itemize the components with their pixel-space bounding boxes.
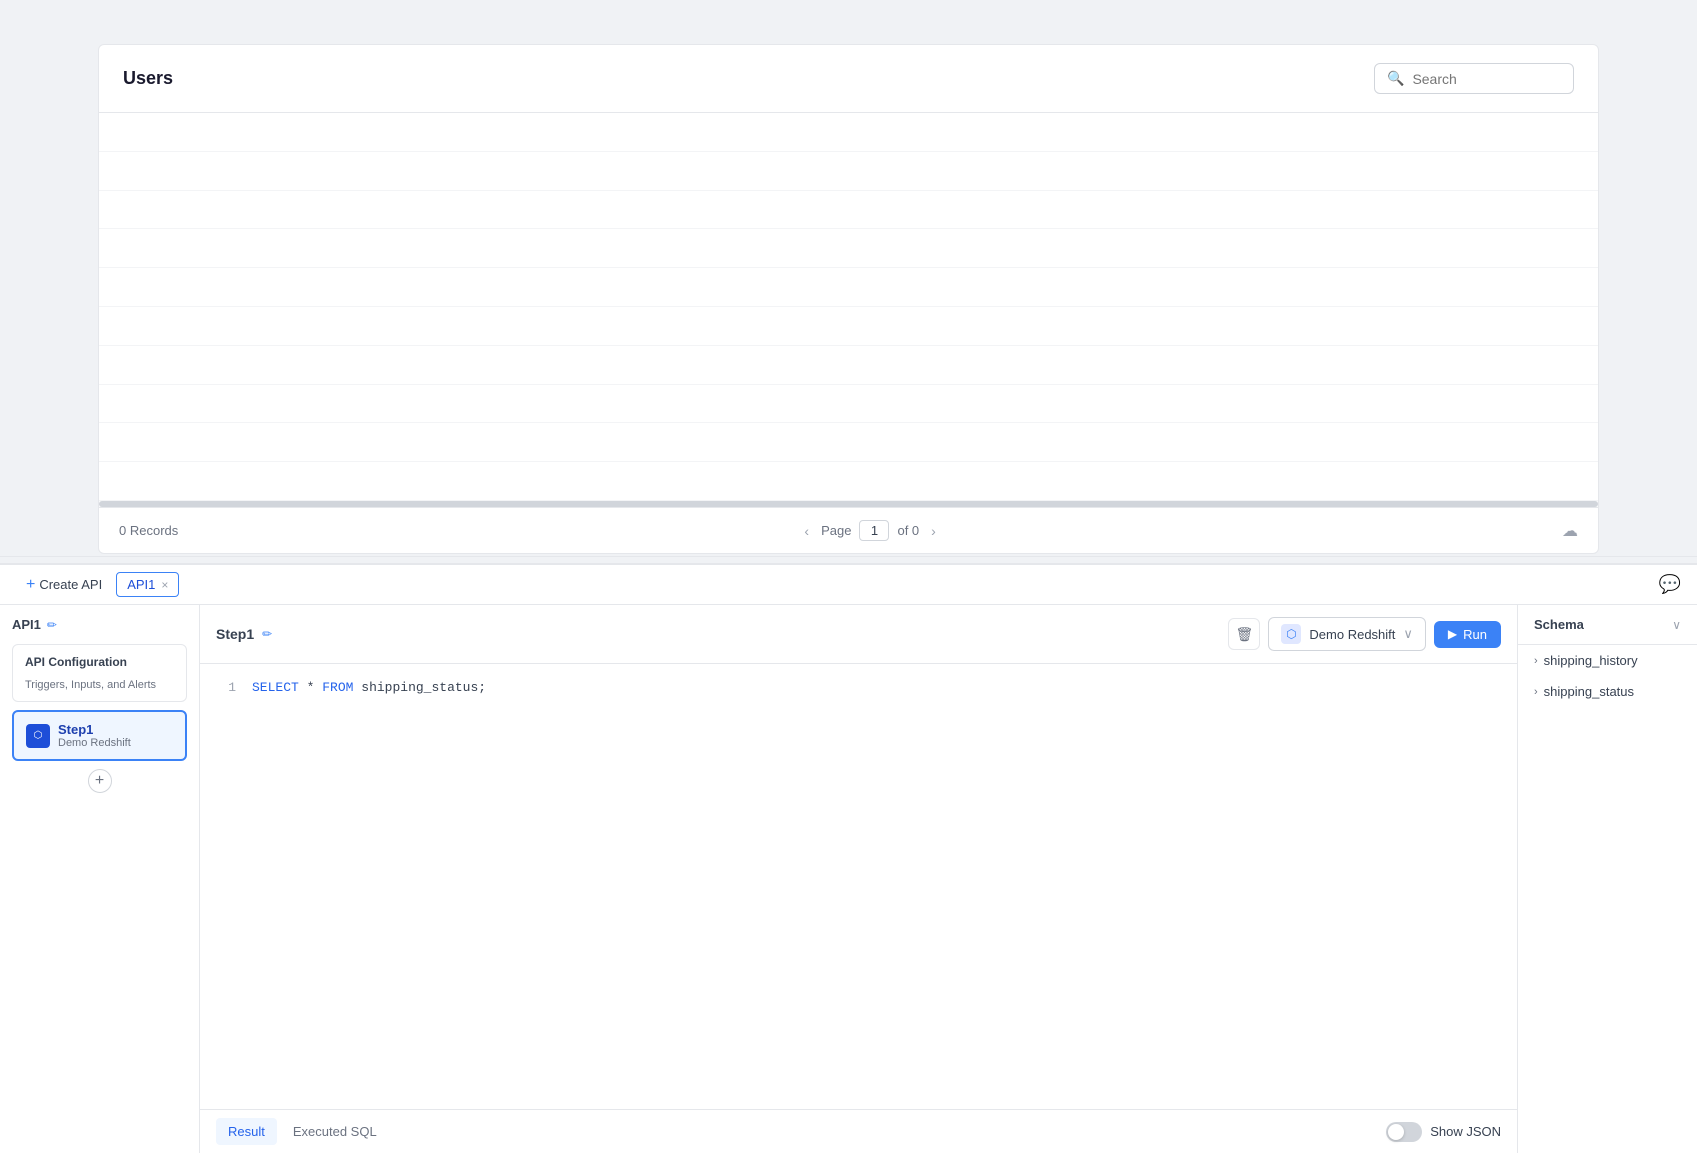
api-name-label: API1 xyxy=(12,617,41,632)
step-db: Demo Redshift xyxy=(58,737,131,749)
step-title: Step1 xyxy=(216,626,254,642)
chevron-down-icon: ∨ xyxy=(1403,626,1413,642)
search-icon: 🔍 xyxy=(1387,70,1404,87)
api-config-section: API Configuration Triggers, Inputs, and … xyxy=(12,644,187,702)
table-row xyxy=(99,307,1598,346)
page-label: Page xyxy=(821,523,851,538)
add-step-icon: + xyxy=(95,772,104,790)
step-name: Step1 xyxy=(58,722,131,737)
show-json-area: Show JSON xyxy=(1386,1122,1501,1142)
chat-icon[interactable]: 💬 xyxy=(1659,574,1681,595)
next-page-button[interactable]: › xyxy=(927,521,940,541)
code-content-1: SELECT * FROM shipping_status; xyxy=(252,680,486,695)
toggle-knob xyxy=(1388,1124,1404,1140)
schema-header: Schema ∨ xyxy=(1518,605,1697,645)
keyword-from: FROM xyxy=(322,680,353,695)
step1-item[interactable]: ⬡ Step1 Demo Redshift xyxy=(12,710,187,761)
step-icon-inner: ⬡ xyxy=(34,730,43,741)
table-row xyxy=(99,229,1598,268)
table-rows xyxy=(99,113,1598,501)
builder-body: API1 ✏ API Configuration Triggers, Input… xyxy=(0,605,1697,1153)
table-footer: 0 Records ‹ Page 1 of 0 › ☁ xyxy=(99,507,1598,553)
api-name-row: API1 ✏ xyxy=(12,617,187,632)
create-api-button[interactable]: + Create API xyxy=(16,572,112,598)
result-tabs: Result Executed SQL Show JSON xyxy=(200,1109,1517,1153)
step-header: Step1 ✏ 🗑 ⬡ Demo Redshift ∨ xyxy=(200,605,1517,664)
download-icon[interactable]: ☁ xyxy=(1562,521,1578,541)
line-number-1: 1 xyxy=(216,680,236,695)
schema-arrow-icon: › xyxy=(1534,655,1538,667)
schema-title: Schema xyxy=(1534,617,1584,632)
run-label: Run xyxy=(1463,627,1487,642)
db-selector[interactable]: ⬡ Demo Redshift ∨ xyxy=(1268,617,1426,651)
page-number: 1 xyxy=(859,520,889,541)
step-actions: 🗑 ⬡ Demo Redshift ∨ ▶ Run xyxy=(1228,617,1501,651)
keyword-select: SELECT xyxy=(252,680,299,695)
code-line-1: 1 SELECT * FROM shipping_status; xyxy=(216,680,1501,695)
run-button[interactable]: ▶ Run xyxy=(1434,621,1501,648)
step-edit-icon[interactable]: ✏ xyxy=(262,627,272,641)
table-row xyxy=(99,462,1598,501)
add-step-button[interactable]: + xyxy=(88,769,112,793)
prev-page-button[interactable]: ‹ xyxy=(800,521,813,541)
db-icon: ⬡ xyxy=(1281,624,1301,644)
show-json-label: Show JSON xyxy=(1430,1124,1501,1139)
table-row xyxy=(99,113,1598,152)
right-sidebar: Schema ∨ › shipping_history › shipping_s… xyxy=(1517,605,1697,1153)
step-info: Step1 Demo Redshift xyxy=(58,722,131,749)
show-json-toggle[interactable] xyxy=(1386,1122,1422,1142)
schema-item-label: shipping_status xyxy=(1544,684,1634,699)
db-selector-label: Demo Redshift xyxy=(1309,627,1395,642)
db-icon-inner: ⬡ xyxy=(1286,627,1296,641)
delete-step-button[interactable]: 🗑 xyxy=(1228,618,1260,650)
table-row xyxy=(99,191,1598,230)
total-pages: of 0 xyxy=(897,523,919,538)
users-panel: Users 🔍 0 Records ‹ Page 1 of 0 › ☁ xyxy=(98,44,1599,554)
edit-api-name-icon[interactable]: ✏ xyxy=(47,618,57,632)
center-panel: Step1 ✏ 🗑 ⬡ Demo Redshift ∨ xyxy=(200,605,1517,1153)
left-sidebar: API1 ✏ API Configuration Triggers, Input… xyxy=(0,605,200,1153)
api1-tab-label: API1 xyxy=(127,577,155,592)
api-builder: + Create API API1 × 💬 API1 ✏ API Configu… xyxy=(0,564,1697,1153)
add-step-area: + xyxy=(12,769,187,793)
api1-tab[interactable]: API1 × xyxy=(116,572,179,597)
schema-chevron-icon[interactable]: ∨ xyxy=(1672,618,1681,632)
schema-item-label: shipping_history xyxy=(1544,653,1638,668)
close-tab-icon[interactable]: × xyxy=(161,578,168,592)
search-container[interactable]: 🔍 xyxy=(1374,63,1574,94)
users-title: Users xyxy=(123,68,173,89)
pagination: ‹ Page 1 of 0 › xyxy=(800,520,939,541)
run-play-icon: ▶ xyxy=(1448,627,1457,641)
code-star: * xyxy=(307,680,323,695)
panel-divider xyxy=(0,556,1697,564)
step-title-area: Step1 ✏ xyxy=(216,626,272,642)
table-row xyxy=(99,268,1598,307)
table-row xyxy=(99,152,1598,191)
api-config-sub: Triggers, Inputs, and Alerts xyxy=(13,679,186,701)
users-header: Users 🔍 xyxy=(99,45,1598,113)
api-config-header[interactable]: API Configuration xyxy=(13,645,186,679)
table-row xyxy=(99,423,1598,462)
executed-sql-tab-button[interactable]: Executed SQL xyxy=(281,1118,389,1145)
code-editor[interactable]: 1 SELECT * FROM shipping_status; xyxy=(200,664,1517,1109)
schema-item-shipping-status[interactable]: › shipping_status xyxy=(1518,676,1697,707)
api-tabs-bar: + Create API API1 × 💬 xyxy=(0,565,1697,605)
search-input[interactable] xyxy=(1412,71,1561,87)
step-icon: ⬡ xyxy=(26,724,50,748)
table-name: shipping_status; xyxy=(361,680,486,695)
trash-icon: 🗑 xyxy=(1236,626,1254,643)
records-count: 0 Records xyxy=(119,523,178,538)
plus-icon: + xyxy=(26,576,35,594)
table-row xyxy=(99,346,1598,385)
create-api-label: Create API xyxy=(39,577,102,592)
result-tab-button[interactable]: Result xyxy=(216,1118,277,1145)
table-row xyxy=(99,385,1598,424)
schema-arrow-icon: › xyxy=(1534,686,1538,698)
schema-item-shipping-history[interactable]: › shipping_history xyxy=(1518,645,1697,676)
